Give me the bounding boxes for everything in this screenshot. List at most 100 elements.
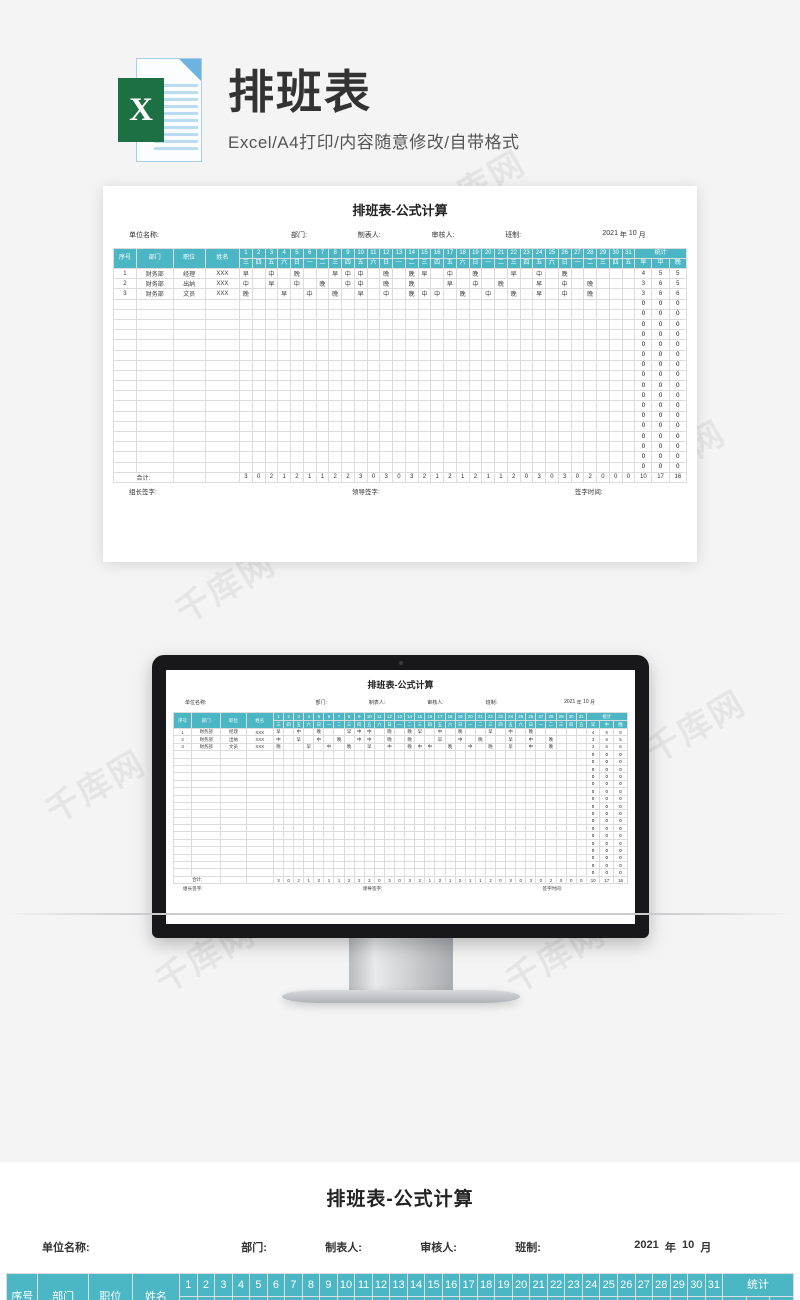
cell-empty[interactable] (353, 329, 368, 341)
cell-empty[interactable] (570, 318, 585, 331)
cell-empty[interactable] (220, 861, 247, 870)
cell-empty[interactable] (535, 764, 547, 774)
cell-empty[interactable] (505, 764, 517, 774)
cell-empty[interactable] (302, 430, 317, 443)
cell-empty[interactable] (557, 308, 572, 320)
cell-empty[interactable] (414, 794, 426, 803)
cell-empty[interactable] (343, 824, 355, 833)
cell-empty[interactable] (506, 369, 521, 382)
cell-empty[interactable] (191, 868, 222, 877)
cell-empty[interactable] (323, 868, 335, 877)
cell-empty[interactable] (204, 380, 241, 392)
cell-empty[interactable] (172, 787, 193, 796)
cell-shift-day-14[interactable]: 晚 (404, 267, 419, 280)
cell-empty[interactable] (272, 831, 285, 840)
cell-empty[interactable] (239, 380, 253, 392)
cell-empty[interactable] (366, 329, 381, 341)
cell-empty[interactable] (519, 430, 534, 443)
cell-empty[interactable] (220, 831, 247, 840)
cell-empty[interactable] (135, 318, 174, 331)
cell-shift-day-28[interactable] (545, 727, 557, 737)
cell-empty[interactable] (583, 400, 598, 412)
cell-empty[interactable] (290, 451, 304, 463)
cell-empty[interactable] (515, 838, 527, 848)
cell-empty[interactable] (505, 801, 517, 811)
cell-empty[interactable] (373, 868, 385, 877)
cell-shift-day-7[interactable] (315, 288, 330, 300)
cell-shift-day-7[interactable] (315, 267, 330, 280)
cell-empty[interactable] (414, 787, 426, 796)
cell-empty[interactable] (191, 809, 222, 818)
cell-empty[interactable] (172, 838, 193, 848)
cell-empty[interactable] (204, 441, 241, 453)
cell-empty[interactable] (481, 461, 496, 473)
cell-empty[interactable] (366, 349, 381, 361)
cell-empty[interactable] (363, 794, 375, 803)
cell-empty[interactable] (313, 787, 325, 796)
cell-empty[interactable] (341, 318, 355, 331)
cell-empty[interactable] (565, 853, 577, 863)
cell-empty[interactable] (468, 329, 483, 341)
cell-empty[interactable] (204, 329, 241, 341)
cell-empty[interactable] (565, 868, 577, 877)
cell-empty[interactable] (303, 816, 315, 826)
cell-shift-day-15[interactable]: 中 (417, 288, 432, 300)
cell-empty[interactable] (245, 750, 274, 759)
cell-empty[interactable] (379, 308, 394, 320)
cell-shift-day-21[interactable] (494, 267, 508, 280)
cell-empty[interactable] (596, 380, 610, 392)
cell-empty[interactable] (545, 846, 557, 855)
cell-empty[interactable] (220, 853, 247, 863)
cell-empty[interactable] (506, 420, 521, 433)
cell-empty[interactable] (596, 410, 610, 422)
cell-shift-day-24[interactable]: 早 (532, 288, 547, 300)
cell-empty[interactable] (315, 441, 330, 453)
cell-shift-day-23[interactable] (519, 288, 534, 300)
cell-empty[interactable] (251, 339, 266, 351)
cell-empty[interactable] (484, 824, 496, 833)
cell-empty[interactable] (277, 298, 292, 310)
cell-empty[interactable] (302, 349, 317, 361)
cell-empty[interactable] (404, 298, 419, 310)
cell-empty[interactable] (172, 801, 193, 811)
cell-empty[interactable] (565, 794, 577, 803)
cell-empty[interactable] (394, 846, 406, 855)
cell-empty[interactable] (545, 779, 557, 789)
cell-empty[interactable] (555, 824, 567, 833)
cell-shift-day-13[interactable] (392, 288, 406, 300)
cell-shift-day-14[interactable]: 晚 (404, 278, 419, 290)
cell-empty[interactable] (341, 461, 355, 473)
cell-empty[interactable] (555, 868, 567, 877)
cell-empty[interactable] (545, 750, 557, 759)
cell-empty[interactable] (264, 420, 279, 433)
cell-shift-day-4[interactable] (303, 727, 315, 737)
cell-shift-day-14[interactable]: 晚 (404, 727, 416, 737)
cell-empty[interactable] (583, 451, 598, 463)
cell-shift-day-11[interactable] (373, 742, 385, 752)
cell-empty[interactable] (505, 824, 517, 833)
cell-empty[interactable] (172, 441, 206, 453)
cell-empty[interactable] (328, 339, 343, 351)
cell-empty[interactable] (353, 787, 365, 796)
cell-empty[interactable] (343, 868, 355, 877)
cell-empty[interactable] (277, 461, 292, 473)
cell-empty[interactable] (404, 410, 419, 422)
cell-empty[interactable] (313, 861, 325, 870)
cell-empty[interactable] (373, 757, 385, 766)
cell-empty[interactable] (621, 400, 636, 412)
cell-empty[interactable] (353, 750, 365, 759)
cell-empty[interactable] (251, 430, 266, 443)
cell-empty[interactable] (443, 451, 457, 463)
cell-empty[interactable] (293, 824, 305, 833)
cell-empty[interactable] (532, 329, 547, 341)
cell-empty[interactable] (353, 779, 365, 789)
cell-empty[interactable] (525, 861, 537, 870)
cell-empty[interactable] (494, 838, 507, 848)
cell-empty[interactable] (392, 441, 406, 453)
cell-empty[interactable] (557, 339, 572, 351)
cell-empty[interactable] (424, 853, 436, 863)
cell-shift-day-8[interactable]: 早 (328, 267, 343, 280)
cell-empty[interactable] (525, 824, 537, 833)
cell-empty[interactable] (505, 750, 517, 759)
cell-empty[interactable] (417, 461, 432, 473)
